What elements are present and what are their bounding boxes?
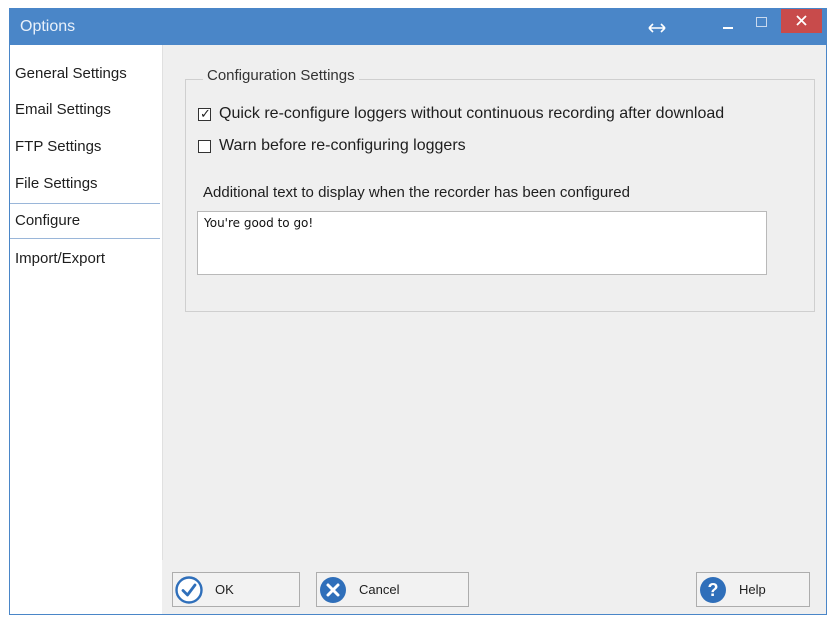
footer-bar: OK Cancel ? Help bbox=[10, 560, 826, 614]
resize-icon[interactable] bbox=[646, 21, 668, 35]
sidebar-footer bbox=[10, 560, 162, 614]
options-window: Options General Settings Email Settings … bbox=[9, 8, 827, 615]
additional-text-label: Additional text to display when the reco… bbox=[203, 184, 630, 201]
maximize-icon bbox=[756, 17, 767, 27]
additional-text-input[interactable]: You're good to go! bbox=[197, 211, 767, 275]
sidebar-item-file-settings[interactable]: File Settings bbox=[10, 166, 160, 202]
minimize-button[interactable] bbox=[716, 9, 740, 37]
groupbox-title: Configuration Settings bbox=[203, 67, 359, 84]
title-bar[interactable]: Options bbox=[10, 9, 826, 45]
help-label: Help bbox=[739, 582, 766, 597]
sidebar-item-ftp-settings[interactable]: FTP Settings bbox=[10, 129, 160, 165]
configure-panel: Configuration Settings ✓ Quick re-config… bbox=[162, 45, 826, 560]
warn-before-label: Warn before re-configuring loggers bbox=[219, 137, 466, 154]
question-circle-icon: ? bbox=[699, 576, 727, 604]
sidebar-item-email-settings[interactable]: Email Settings bbox=[10, 92, 160, 128]
quick-reconfigure-checkbox-row[interactable]: ✓ Quick re-configure loggers without con… bbox=[198, 105, 724, 123]
quick-reconfigure-checkbox[interactable]: ✓ bbox=[198, 105, 211, 121]
sidebar-item-general-settings[interactable]: General Settings bbox=[10, 56, 160, 92]
sidebar: General Settings Email Settings FTP Sett… bbox=[10, 45, 162, 614]
maximize-button[interactable] bbox=[750, 9, 774, 37]
close-icon bbox=[796, 15, 807, 26]
ok-button[interactable]: OK bbox=[172, 572, 300, 607]
svg-text:?: ? bbox=[708, 580, 719, 600]
quick-reconfigure-label: Quick re-configure loggers without conti… bbox=[219, 105, 725, 122]
close-button[interactable] bbox=[781, 9, 822, 33]
check-circle-icon bbox=[175, 575, 203, 604]
help-button[interactable]: ? Help bbox=[696, 572, 810, 607]
cancel-button[interactable]: Cancel bbox=[316, 572, 469, 607]
sidebar-item-configure[interactable]: Configure bbox=[10, 203, 160, 239]
check-icon: ✓ bbox=[200, 105, 211, 121]
warn-before-checkbox[interactable] bbox=[198, 139, 211, 153]
ok-label: OK bbox=[215, 582, 234, 597]
x-circle-icon bbox=[319, 576, 347, 604]
cancel-label: Cancel bbox=[359, 582, 400, 597]
minimize-icon bbox=[723, 27, 733, 29]
warn-before-checkbox-row[interactable]: Warn before re-configuring loggers bbox=[198, 137, 466, 155]
sidebar-item-import-export[interactable]: Import/Export bbox=[10, 241, 160, 277]
window-title: Options bbox=[20, 18, 76, 35]
